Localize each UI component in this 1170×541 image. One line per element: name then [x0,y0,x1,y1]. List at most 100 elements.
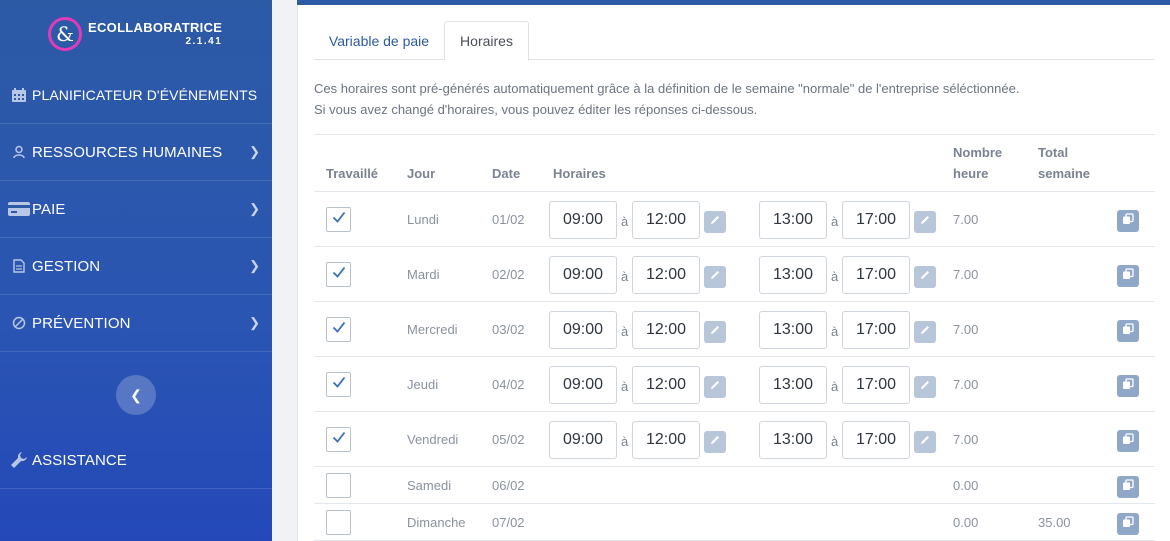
afternoon-start-input[interactable]: 13:00 [759,256,827,294]
brand[interactable]: & ECOLLABORATRICE 2.1.41 [48,16,222,52]
afternoon-start-input[interactable]: 13:00 [759,366,827,404]
edit-morning-button[interactable] [704,431,726,453]
day-cell: Mercredi [407,322,458,337]
afternoon-end-input[interactable]: 17:00 [842,421,910,459]
afternoon-end-input[interactable]: 17:00 [842,256,910,294]
sidebar-item-assistance[interactable]: ASSISTANCE [0,432,272,489]
worked-checkbox[interactable] [326,372,351,397]
edit-morning-button[interactable] [704,211,726,233]
header-total-semaine: Total semaine [1038,142,1090,184]
pencil-icon [709,268,721,286]
tab-variable-de-paie[interactable]: Variable de paie [314,21,444,60]
hours-cell: 0.00 [953,478,979,493]
worked-checkbox[interactable] [326,317,351,342]
calendar-icon [8,87,30,103]
ban-icon [8,316,30,330]
sidebar-item-label: PAIE [32,200,66,218]
header-jour: Jour [407,166,436,181]
time-separator: à [621,269,629,284]
sidebar-item-label: PRÉVENTION [32,314,131,332]
hours-cell: 7.00 [953,432,979,447]
date-cell: 05/02 [492,432,525,447]
morning-start-input[interactable]: 09:00 [549,201,617,239]
pencil-icon [709,378,721,396]
copy-row-button[interactable] [1117,430,1139,452]
afternoon-start-input[interactable]: 13:00 [759,311,827,349]
edit-afternoon-button[interactable] [914,321,936,343]
header-total-semaine-line2: semaine [1038,166,1091,181]
morning-end-input[interactable]: 12:00 [632,256,700,294]
pencil-icon [709,433,721,451]
app-version: 2.1.41 [185,36,223,47]
description: Ces horaires sont pré-générés automatiqu… [314,78,1019,120]
morning-end-input[interactable]: 12:00 [632,421,700,459]
date-cell: 06/02 [492,478,525,493]
collapse-sidebar-button[interactable]: ❮ [116,375,156,415]
copy-icon [1122,322,1134,340]
afternoon-end-input[interactable]: 17:00 [842,201,910,239]
table-header: Travaillé Jour Date Horaires Nombre heur… [314,135,1155,192]
morning-start-input[interactable]: 09:00 [549,256,617,294]
copy-row-button[interactable] [1117,265,1139,287]
worked-checkbox[interactable] [326,510,351,535]
copy-icon [1122,377,1134,395]
morning-start-input[interactable]: 09:00 [549,421,617,459]
afternoon-end-input[interactable]: 17:00 [842,311,910,349]
worked-checkbox[interactable] [326,473,351,498]
pencil-icon [919,213,931,231]
edit-afternoon-button[interactable] [914,376,936,398]
worked-checkbox[interactable] [326,427,351,452]
date-cell: 07/02 [492,515,525,530]
day-cell: Samedi [407,478,452,493]
day-cell: Jeudi [407,377,439,392]
morning-start-input[interactable]: 09:00 [549,311,617,349]
edit-morning-button[interactable] [704,376,726,398]
sidebar: & ECOLLABORATRICE 2.1.41 PLANIFICATEUR D… [0,0,272,541]
edit-morning-button[interactable] [704,266,726,288]
checkmark-icon [331,209,347,230]
header-nombre-heure-line2: heure [953,166,989,181]
copy-row-button[interactable] [1117,375,1139,397]
copy-row-button[interactable] [1117,476,1139,498]
header-nombre-heure-line1: Nombre [953,145,1003,160]
edit-morning-button[interactable] [704,321,726,343]
sidebar-item-prevention[interactable]: PRÉVENTION ❯ [0,295,272,352]
afternoon-end-input[interactable]: 17:00 [842,366,910,404]
header-nombre-heure: Nombre heure [953,142,1002,184]
table-row: Vendredi 05/02 09:00 à 12:00 13:00 à 17:00 7.00 [314,412,1155,467]
worked-checkbox[interactable] [326,207,351,232]
morning-end-input[interactable]: 12:00 [632,366,700,404]
chevron-right-icon: ❯ [249,315,260,330]
sidebar-item-paie[interactable]: PAIE ❯ [0,181,272,238]
sidebar-item-gestion[interactable]: GESTION ❯ [0,238,272,295]
schedule-table: Travaillé Jour Date Horaires Nombre heur… [314,134,1155,541]
morning-end-input[interactable]: 12:00 [632,311,700,349]
morning-start-input[interactable]: 09:00 [549,366,617,404]
sidebar-item-label: RESSOURCES HUMAINES [32,143,223,161]
description-line: Si vous avez changé d'horaires, vous pou… [314,102,758,117]
copy-row-button[interactable] [1117,513,1139,535]
hours-cell: 7.00 [953,267,979,282]
time-separator: à [621,324,629,339]
worked-checkbox[interactable] [326,262,351,287]
afternoon-start-input[interactable]: 13:00 [759,421,827,459]
copy-row-button[interactable] [1117,320,1139,342]
afternoon-start-input[interactable]: 13:00 [759,201,827,239]
morning-end-input[interactable]: 12:00 [632,201,700,239]
edit-afternoon-button[interactable] [914,211,936,233]
document-icon [8,259,30,273]
description-line: Ces horaires sont pré-générés automatiqu… [314,81,1020,96]
date-cell: 01/02 [492,212,525,227]
copy-row-button[interactable] [1117,210,1139,232]
sidebar-item-ressources-humaines[interactable]: RESSOURCES HUMAINES ❯ [0,124,272,181]
tab-horaires[interactable]: Horaires [444,21,529,61]
time-separator: à [621,434,629,449]
copy-icon [1122,515,1134,533]
pencil-icon [709,213,721,231]
sidebar-item-planificateur[interactable]: PLANIFICATEUR D'ÉVÉNEMENTS [0,67,272,124]
checkmark-icon [331,264,347,285]
date-cell: 04/02 [492,377,525,392]
edit-afternoon-button[interactable] [914,431,936,453]
chevron-right-icon: ❯ [249,258,260,273]
edit-afternoon-button[interactable] [914,266,936,288]
